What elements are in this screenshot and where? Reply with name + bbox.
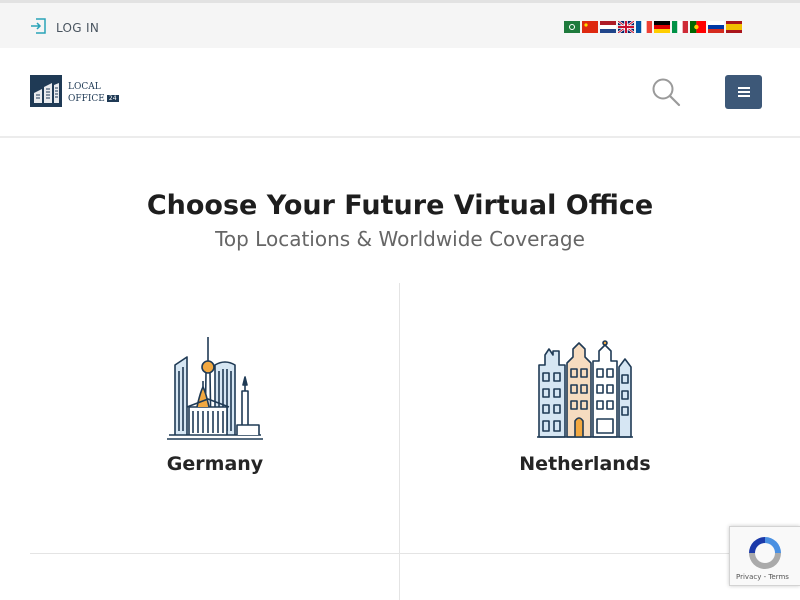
italian-flag-icon[interactable] <box>672 21 688 33</box>
menu-button[interactable] <box>725 75 762 109</box>
location-name: Netherlands <box>519 453 651 475</box>
location-card-netherlands[interactable]: Netherlands <box>485 335 685 475</box>
portuguese-flag-icon[interactable] <box>690 21 706 33</box>
recaptcha-icon <box>749 537 781 569</box>
logo-line-1: LOCAL <box>68 81 101 92</box>
grid-divider-horizontal <box>30 553 770 554</box>
dutch-flag-icon[interactable] <box>600 21 616 33</box>
berlin-skyline-icon <box>167 337 263 440</box>
chinese-flag-icon[interactable] <box>582 21 598 33</box>
hamburger-icon <box>737 87 750 97</box>
logo-text: LOCAL OFFICE 24 <box>68 82 119 105</box>
login-icon <box>30 17 48 39</box>
spanish-flag-icon[interactable] <box>726 21 742 33</box>
logo-badge: 24 <box>106 94 119 102</box>
login-link[interactable]: LOG IN <box>30 17 99 39</box>
language-selector <box>564 21 742 33</box>
login-label: LOG IN <box>56 21 100 35</box>
location-name: Germany <box>166 453 264 475</box>
german-flag-icon[interactable] <box>654 21 670 33</box>
building-logo-icon <box>30 75 62 111</box>
page-title: Choose Your Future Virtual Office <box>146 190 654 221</box>
recaptcha-links[interactable]: Privacy - Terms <box>736 573 789 581</box>
arabic-flag-icon[interactable] <box>564 21 580 33</box>
recaptcha-badge[interactable]: Privacy - Terms <box>729 526 800 586</box>
logo[interactable]: LOCAL OFFICE 24 <box>30 75 119 111</box>
page-subtitle: Top Locations & Worldwide Coverage <box>215 227 585 251</box>
top-bar: LOG IN <box>0 0 800 48</box>
amsterdam-houses-icon <box>537 340 633 438</box>
search-button[interactable] <box>650 76 682 108</box>
english-flag-icon[interactable] <box>618 21 634 33</box>
russian-flag-icon[interactable] <box>708 21 724 33</box>
site-header: LOCAL OFFICE 24 <box>0 48 800 138</box>
location-card-germany[interactable]: Germany <box>115 335 315 475</box>
search-icon <box>652 78 681 107</box>
french-flag-icon[interactable] <box>636 21 652 33</box>
logo-line-2: OFFICE <box>68 93 105 104</box>
